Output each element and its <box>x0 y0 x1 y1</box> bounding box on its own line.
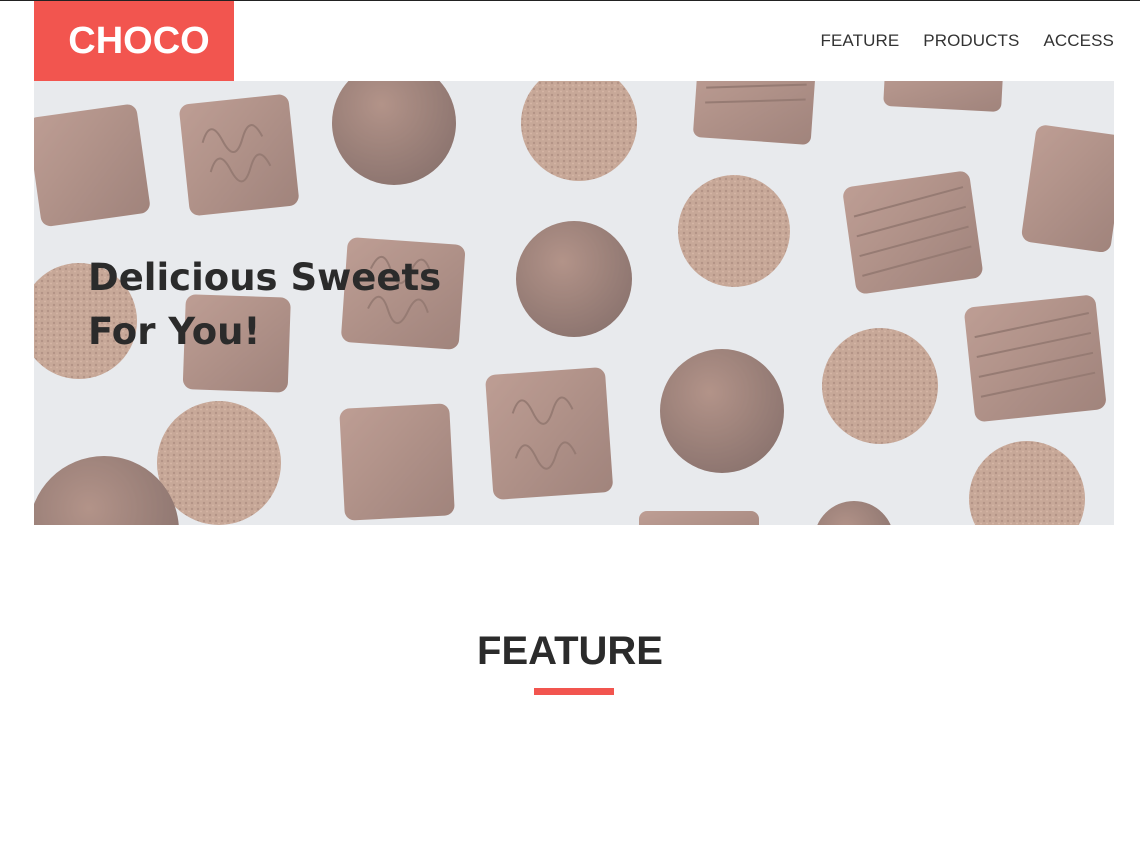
nav-link-access[interactable]: ACCESS <box>1043 31 1114 50</box>
nav-item-feature: FEATURE <box>821 31 900 51</box>
hero-title: Delicious Sweets For You! <box>88 256 442 353</box>
nav-item-products: PRODUCTS <box>923 31 1019 51</box>
nav-link-products[interactable]: PRODUCTS <box>923 31 1019 50</box>
site-logo[interactable]: CHOCO <box>34 1 234 81</box>
feature-title-underline <box>534 688 614 695</box>
hero-banner: Delicious Sweets For You! <box>34 81 1114 525</box>
nav-link-feature[interactable]: FEATURE <box>821 31 900 50</box>
site-header: CHOCO FEATURE PRODUCTS ACCESS <box>34 1 1114 81</box>
nav-item-access: ACCESS <box>1043 31 1114 51</box>
feature-section-title: FEATURE <box>477 629 663 673</box>
main-nav: FEATURE PRODUCTS ACCESS <box>821 31 1115 51</box>
page: CHOCO FEATURE PRODUCTS ACCESS Delicious … <box>0 0 1140 849</box>
